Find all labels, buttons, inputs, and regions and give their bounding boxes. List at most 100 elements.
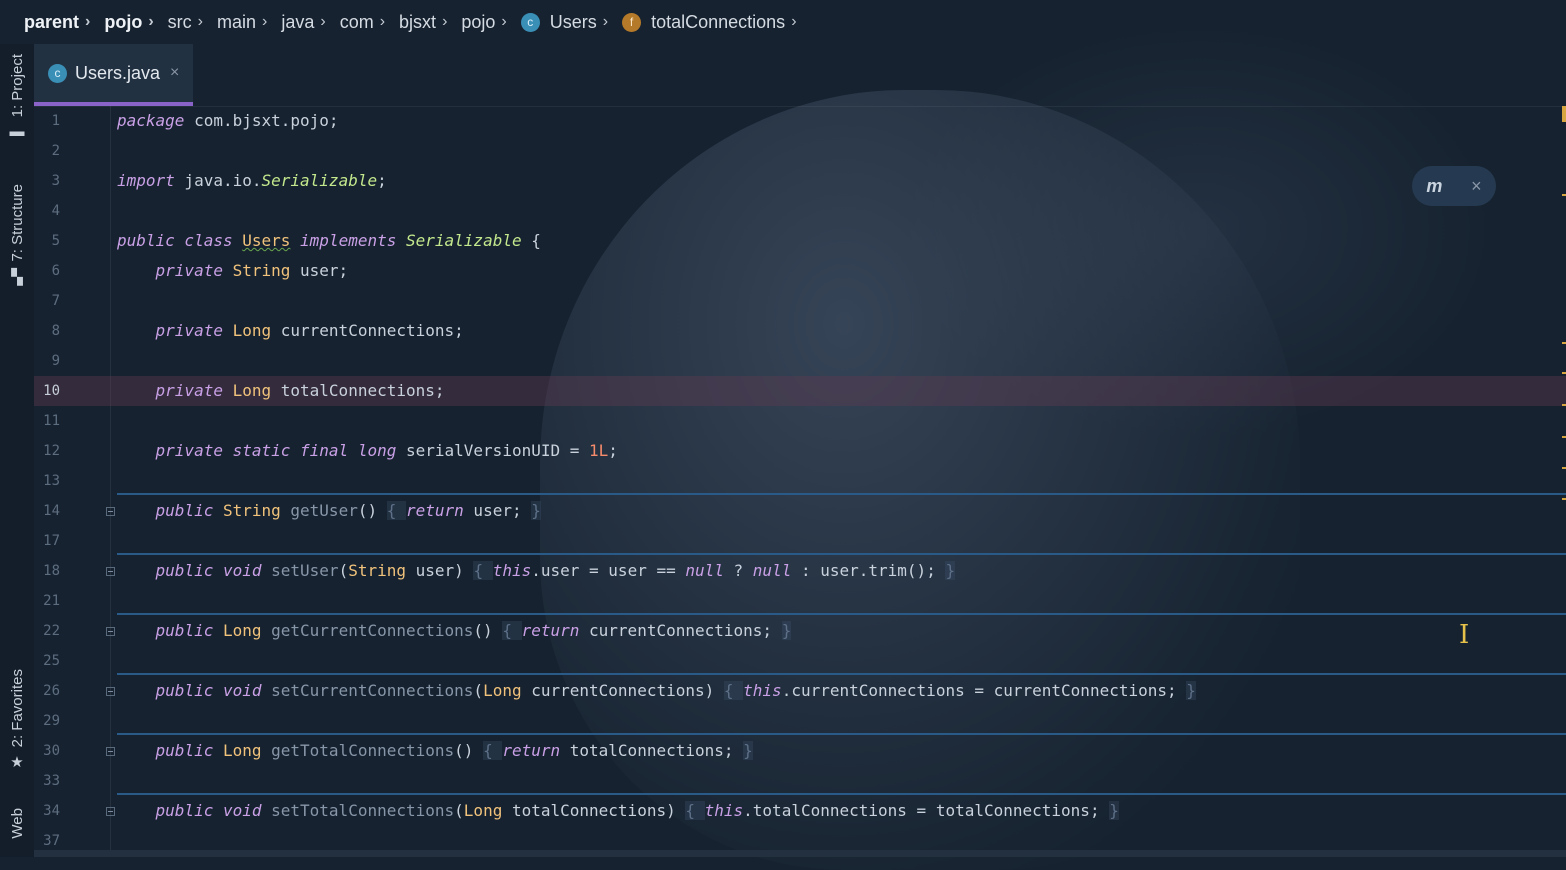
code-line[interactable]: 21 xyxy=(34,586,1566,616)
class-icon: c xyxy=(48,63,67,83)
error-stripe-marker[interactable] xyxy=(1562,498,1566,500)
code-token: Long xyxy=(463,801,503,820)
code-token: public void xyxy=(155,681,272,700)
code-token: return xyxy=(502,741,561,760)
fold-icon[interactable] xyxy=(106,687,115,696)
line-number: 14 xyxy=(43,503,60,519)
code-line[interactable]: 3 import java.io.Serializable; xyxy=(34,166,1566,196)
fold-icon[interactable] xyxy=(106,507,115,516)
code-line[interactable]: 8 private Long currentConnections; xyxy=(34,316,1566,346)
code-line[interactable]: 30 public Long getTotalConnections() { r… xyxy=(34,736,1566,766)
code-text: private static final long serialVersionU… xyxy=(117,436,618,466)
line-number: 29 xyxy=(43,713,60,729)
breadcrumb-item[interactable]: com › xyxy=(340,12,385,33)
code-line[interactable]: 33 xyxy=(34,766,1566,796)
code-line[interactable]: 12 private static final long serialVersi… xyxy=(34,436,1566,466)
code-token: ? xyxy=(723,561,753,580)
maven-reload-icon[interactable]: m xyxy=(1426,176,1442,197)
tab-users-java[interactable]: c Users.java × xyxy=(34,44,193,106)
breadcrumb-item[interactable]: c Users › xyxy=(520,12,609,33)
code-line[interactable]: 34 public void setTotalConnections(Long … xyxy=(34,796,1566,826)
code-line[interactable]: 4 xyxy=(34,196,1566,226)
fold-icon[interactable] xyxy=(106,567,115,576)
error-stripe-marker[interactable] xyxy=(1562,467,1566,469)
code-line[interactable]: 6 private String user; xyxy=(34,256,1566,286)
code-token: public xyxy=(155,621,223,640)
line-number: 12 xyxy=(43,443,60,459)
code-token: { xyxy=(723,681,744,700)
class-icon: c xyxy=(520,12,540,32)
structure-tool-button[interactable]: 7: Structure ▚ xyxy=(0,184,34,286)
code-line[interactable]: 29 xyxy=(34,706,1566,736)
code-line[interactable]: 14 public String getUser() { return user… xyxy=(34,496,1566,526)
code-editor[interactable]: 1 package com.bjsxt.pojo; 2 3 import java.io… xyxy=(34,106,1566,857)
web-tool-button[interactable]: Web xyxy=(0,808,34,839)
code-token: () xyxy=(473,621,503,640)
fold-icon[interactable] xyxy=(106,807,115,816)
code-token: .totalConnections = totalConnections; xyxy=(743,801,1110,820)
code-line[interactable]: 7 xyxy=(34,286,1566,316)
line-number: 13 xyxy=(43,473,60,489)
code-line[interactable]: 2 xyxy=(34,136,1566,166)
code-token: } xyxy=(945,561,956,580)
project-tool-button[interactable]: 1: Project ▬ xyxy=(0,54,34,140)
code-token: private xyxy=(155,321,233,340)
error-stripe-marker[interactable] xyxy=(1562,372,1566,374)
chevron-right-icon: › xyxy=(602,13,609,30)
error-stripe-marker[interactable] xyxy=(1562,404,1566,406)
code-token: Long xyxy=(222,621,262,640)
code-token: { xyxy=(483,741,503,760)
folder-icon: ▬ xyxy=(9,123,25,141)
line-number: 11 xyxy=(43,413,60,429)
chevron-right-icon: › xyxy=(379,13,386,30)
breadcrumb-item[interactable]: pojo › xyxy=(104,12,153,33)
fold-icon[interactable] xyxy=(106,747,115,756)
code-token: this xyxy=(743,681,782,700)
breadcrumb-item[interactable]: pojo › xyxy=(461,12,506,33)
code-line[interactable]: 26 public void setCurrentConnections(Lon… xyxy=(34,676,1566,706)
fold-icon[interactable] xyxy=(106,627,115,636)
error-stripe-marker[interactable] xyxy=(1562,342,1566,344)
error-stripe-marker[interactable] xyxy=(1562,436,1566,438)
code-line[interactable]: 10 private Long totalConnections; xyxy=(34,376,1566,406)
code-line[interactable]: 25 xyxy=(34,646,1566,676)
error-stripe-marker[interactable] xyxy=(1562,194,1566,196)
code-line[interactable]: 1 package com.bjsxt.pojo; xyxy=(34,106,1566,136)
code-token: package xyxy=(117,111,185,130)
code-token: } xyxy=(1186,681,1196,700)
code-token: ( xyxy=(338,561,349,580)
breadcrumb-item[interactable]: parent › xyxy=(24,12,90,33)
breadcrumb-item[interactable]: main › xyxy=(217,12,267,33)
code-line[interactable]: 13 xyxy=(34,466,1566,496)
code-text: public void setCurrentConnections(Long c… xyxy=(117,676,1196,706)
breadcrumb-label: main xyxy=(217,11,257,32)
code-token: private xyxy=(155,381,233,400)
project-tool-label: 1: Project xyxy=(8,54,26,118)
breadcrumb-item[interactable]: src › xyxy=(168,12,203,33)
code-token: totalConnections; xyxy=(271,381,445,400)
code-text: public String getUser() { return user; } xyxy=(117,496,541,526)
line-number: 18 xyxy=(43,563,60,579)
code-line[interactable]: 18 public void setUser(String user) { th… xyxy=(34,556,1566,586)
close-tab-icon[interactable]: × xyxy=(170,64,179,82)
breadcrumb-item[interactable]: f totalConnections › xyxy=(622,12,797,33)
code-line[interactable]: 11 xyxy=(34,406,1566,436)
close-popup-icon[interactable]: × xyxy=(1471,176,1482,197)
breadcrumb-label: src xyxy=(167,11,192,32)
code-text: private String user; xyxy=(117,256,349,286)
favorites-tool-button[interactable]: 2: Favorites ★ xyxy=(0,669,34,771)
breadcrumb-item[interactable]: bjsxt › xyxy=(399,12,447,33)
line-number: 25 xyxy=(43,653,60,669)
breadcrumb-item[interactable]: java › xyxy=(281,12,325,33)
code-token: null xyxy=(685,561,724,580)
method-separator xyxy=(117,673,1566,675)
web-tool-label: Web xyxy=(8,808,26,839)
code-token: Long xyxy=(232,381,272,400)
code-token: Long xyxy=(232,321,272,340)
left-tool-strip: 1: Project ▬ 7: Structure ▚ 2: Favorites… xyxy=(0,44,34,857)
code-line[interactable]: 22 public Long getCurrentConnections() {… xyxy=(34,616,1566,646)
code-line[interactable]: 17 xyxy=(34,526,1566,556)
code-line[interactable]: 9 xyxy=(34,346,1566,376)
code-line[interactable]: 5 public class Users implements Serializa… xyxy=(34,226,1566,256)
